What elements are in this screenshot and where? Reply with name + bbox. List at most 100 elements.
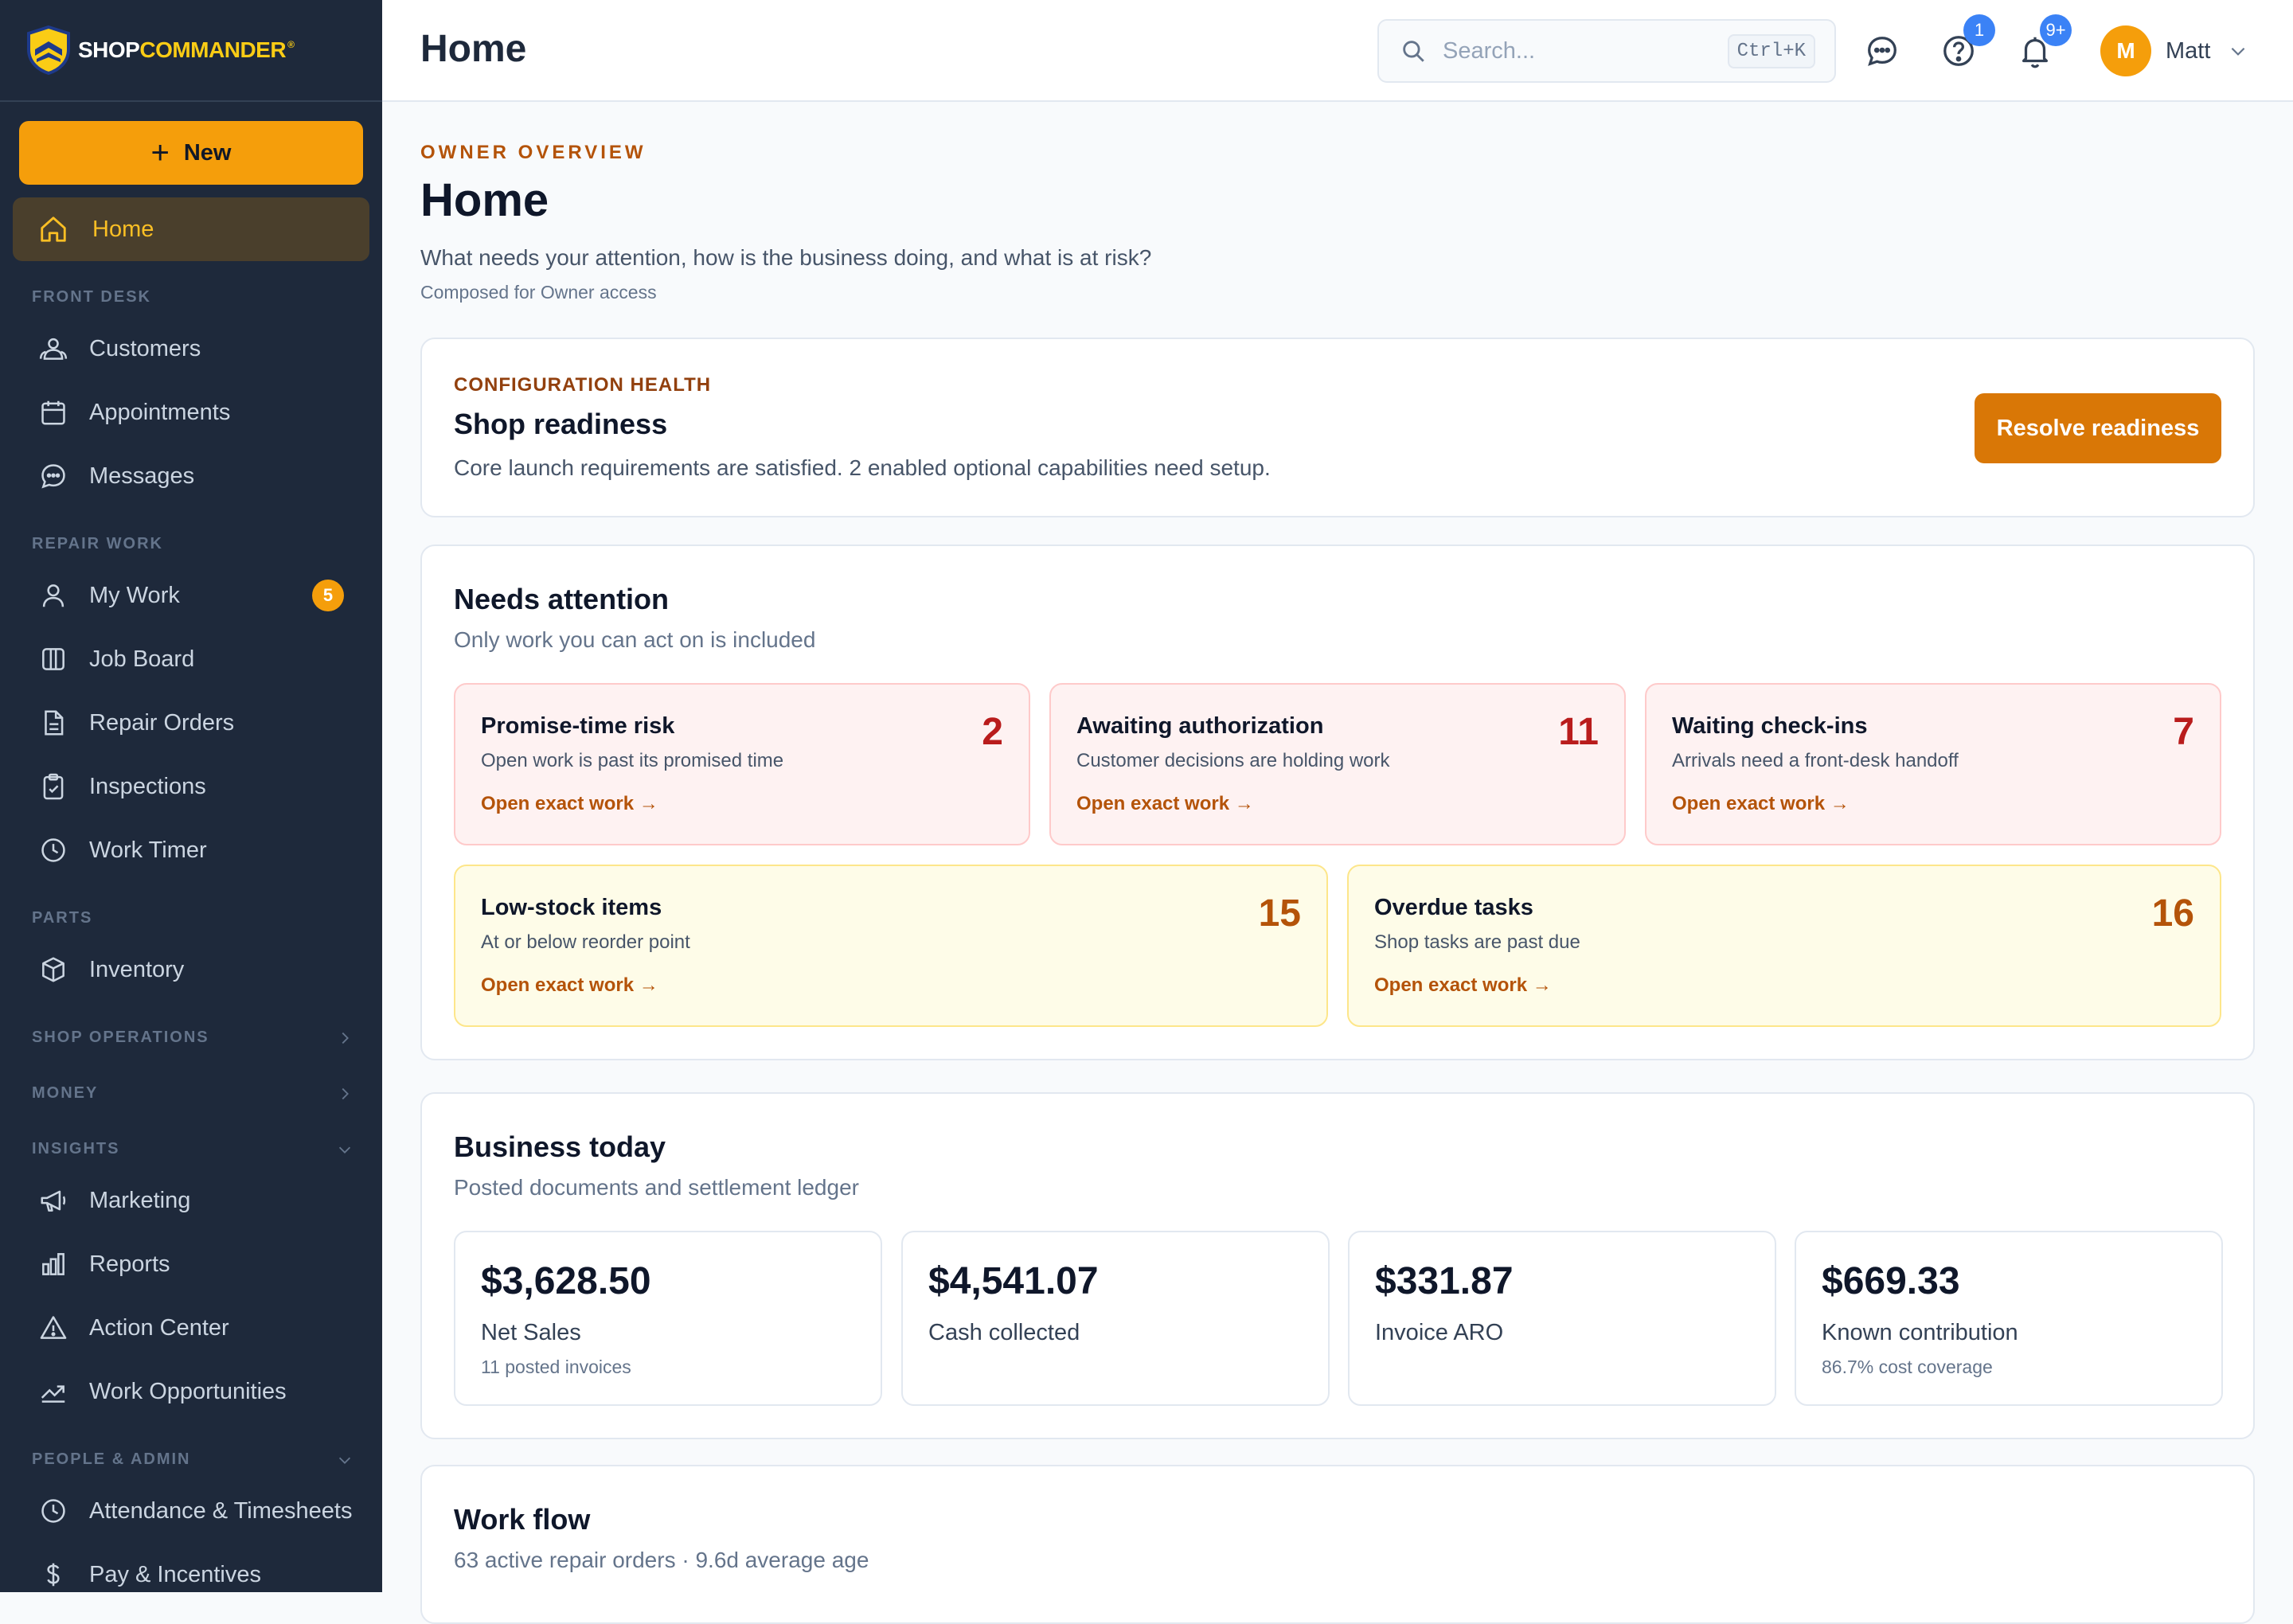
search-box[interactable]: Search... Ctrl+K	[1377, 19, 1836, 83]
user-menu[interactable]: M Matt	[2100, 25, 2248, 76]
attention-tile-waiting-checkins[interactable]: Waiting check-ins Arrivals need a front-…	[1645, 683, 2221, 845]
attention-title: Needs attention	[454, 583, 670, 615]
open-exact-work-link[interactable]: Open exact work →	[1374, 974, 1552, 997]
main-content: OWNER OVERVIEW Home What needs your atte…	[382, 103, 2293, 1624]
attention-tile-promise-risk[interactable]: Promise-time risk Open work is past its …	[454, 683, 1030, 845]
tile-count: 7	[2173, 711, 2194, 753]
open-exact-work-link[interactable]: Open exact work →	[481, 793, 658, 815]
attention-tile-low-stock[interactable]: Low-stock items At or below reorder poin…	[454, 865, 1328, 1027]
metric-net-sales[interactable]: $3,628.50 Net Sales 11 posted invoices	[454, 1231, 882, 1406]
search-shortcut-hint: Ctrl+K	[1727, 33, 1815, 68]
sidebar-item-messages[interactable]: Messages	[38, 452, 357, 500]
needs-attention-card: Needs attention Only work you can act on…	[420, 545, 2255, 1060]
brand-commander: COMMANDER	[139, 37, 287, 62]
open-exact-work-link[interactable]: Open exact work →	[481, 974, 658, 997]
metric-cash-collected[interactable]: $4,541.07 Cash collected	[901, 1231, 1330, 1406]
sidebar-item-label: Reports	[89, 1251, 170, 1277]
section-label: PARTS	[32, 909, 93, 927]
sidebar-item-work-timer[interactable]: Work Timer	[38, 826, 357, 874]
sidebar-item-label: Inspections	[89, 773, 206, 799]
section-insights[interactable]: INSIGHTS	[32, 1140, 354, 1158]
sidebar-item-inventory[interactable]: Inventory	[38, 946, 357, 994]
user-icon	[42, 584, 64, 607]
section-label: PEOPLE & ADMIN	[32, 1450, 191, 1468]
tile-count: 15	[1258, 892, 1301, 935]
attention-subtitle: Only work you can act on is included	[454, 627, 816, 652]
workflow-title: Work flow	[454, 1503, 591, 1536]
metric-value: $331.87	[1375, 1260, 1514, 1302]
new-button-label: New	[183, 139, 232, 166]
sidebar-item-repair-orders[interactable]: Repair Orders	[38, 699, 357, 747]
sidebar-item-pay[interactable]: Pay & Incentives	[38, 1551, 357, 1592]
section-money[interactable]: MONEY	[32, 1084, 354, 1103]
sidebar-item-label: Repair Orders	[89, 709, 235, 736]
help-button[interactable]: 1	[1938, 14, 1995, 72]
section-label: SHOP OPERATIONS	[32, 1029, 209, 1046]
new-button[interactable]: + New	[19, 121, 363, 185]
metric-value: $3,628.50	[481, 1260, 651, 1302]
page-title: Home	[420, 174, 549, 226]
metric-value: $669.33	[1822, 1260, 1960, 1302]
shield-logo-icon	[27, 25, 70, 75]
plus-icon: +	[150, 135, 170, 170]
section-people-admin[interactable]: PEOPLE & ADMIN	[32, 1450, 354, 1469]
chevron-down-icon	[2232, 47, 2245, 56]
section-front-desk: FRONT DESK	[32, 288, 354, 306]
attention-tile-overdue-tasks[interactable]: Overdue tasks Shop tasks are past due Op…	[1347, 865, 2221, 1027]
topbar-title: Home	[420, 28, 527, 70]
trend-up-icon	[41, 1385, 65, 1403]
sidebar-item-label: Messages	[89, 463, 195, 489]
brand-shop: SHOP	[78, 37, 140, 62]
help-count-badge: 1	[1963, 14, 1995, 46]
search-icon	[1403, 41, 1424, 62]
calendar-icon	[41, 400, 65, 425]
sidebar-item-customers[interactable]: Customers	[38, 325, 357, 373]
sidebar-item-appointments[interactable]: Appointments	[38, 388, 357, 436]
sidebar-item-attendance[interactable]: Attendance & Timesheets	[38, 1487, 357, 1535]
open-exact-work-link[interactable]: Open exact work →	[1672, 793, 1850, 815]
clock-icon	[41, 1499, 65, 1523]
metric-note: 11 posted invoices	[481, 1357, 631, 1377]
warning-triangle-icon	[40, 1316, 67, 1339]
sidebar-item-work-opportunities[interactable]: Work Opportunities	[38, 1368, 357, 1415]
section-shop-operations[interactable]: SHOP OPERATIONS	[32, 1029, 354, 1047]
tile-count: 11	[1558, 711, 1599, 753]
page-subtitle: What needs your attention, how is the bu…	[420, 245, 1152, 270]
page-access-note: Composed for Owner access	[420, 282, 657, 303]
sidebar-item-label: Attendance & Timesheets	[89, 1497, 353, 1524]
section-repair-work: REPAIR WORK	[32, 535, 354, 553]
metric-known-contribution[interactable]: $669.33 Known contribution 86.7% cost co…	[1795, 1231, 2223, 1406]
sidebar-item-label: Action Center	[89, 1314, 229, 1341]
notifications-button[interactable]: 9+	[2014, 14, 2072, 72]
tile-title: Low-stock items	[481, 895, 662, 920]
sidebar-item-inspections[interactable]: Inspections	[38, 763, 357, 810]
messages-button[interactable]	[1861, 30, 1903, 72]
clock-icon	[41, 838, 65, 862]
readiness-kicker: CONFIGURATION HEALTH	[454, 374, 712, 396]
sidebar-item-home[interactable]: Home	[13, 197, 369, 261]
sidebar-item-job-board[interactable]: Job Board	[38, 635, 357, 683]
metric-label: Invoice ARO	[1375, 1320, 1504, 1345]
open-exact-work-link[interactable]: Open exact work →	[1076, 793, 1254, 815]
sidebar-item-marketing[interactable]: Marketing	[38, 1177, 357, 1224]
chat-bubble-icon	[41, 464, 65, 489]
resolve-readiness-button[interactable]: Resolve readiness	[1975, 393, 2221, 463]
section-label: FRONT DESK	[32, 288, 151, 306]
section-label: REPAIR WORK	[32, 535, 163, 552]
sidebar-item-action-center[interactable]: Action Center	[38, 1304, 357, 1352]
workflow-subtitle: 63 active repair orders · 9.6d average a…	[454, 1548, 869, 1572]
dollar-icon	[47, 1563, 60, 1587]
sidebar-item-my-work[interactable]: My Work 5	[38, 572, 357, 619]
attention-tile-awaiting-authorization[interactable]: Awaiting authorization Customer decision…	[1049, 683, 1626, 845]
section-parts: PARTS	[32, 909, 354, 927]
sidebar-item-label: Pay & Incentives	[89, 1561, 261, 1587]
search-input[interactable]: Search...	[1443, 38, 1728, 64]
sidebar-item-reports[interactable]: Reports	[38, 1240, 357, 1288]
page-eyebrow: OWNER OVERVIEW	[420, 142, 646, 163]
metric-invoice-aro[interactable]: $331.87 Invoice ARO	[1348, 1231, 1776, 1406]
board-columns-icon	[42, 648, 64, 670]
brand-logo[interactable]: SHOP COMMANDER ®	[0, 0, 382, 102]
megaphone-icon	[41, 1190, 66, 1212]
readiness-text: Core launch requirements are satisfied. …	[454, 455, 1271, 480]
sidebar-item-label: Inventory	[89, 956, 185, 982]
